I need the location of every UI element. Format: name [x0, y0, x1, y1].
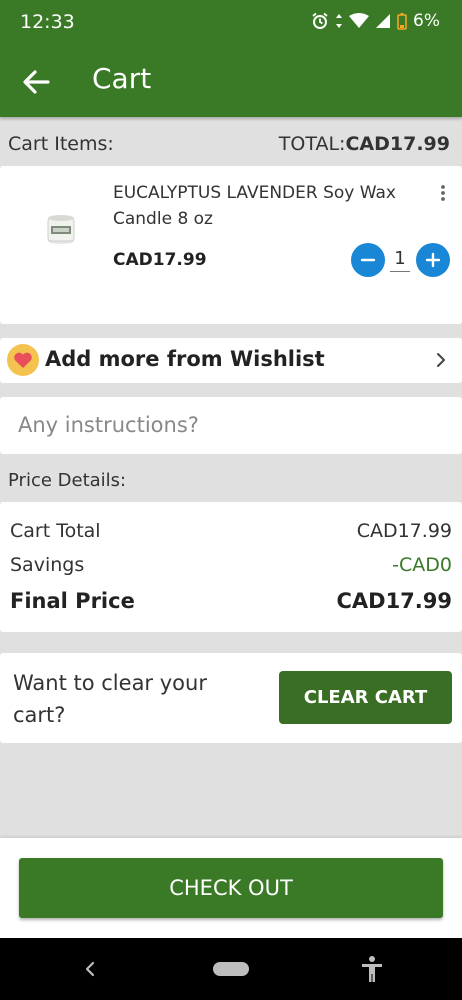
app-bar: Cart [0, 46, 462, 117]
savings-label: Savings [10, 554, 85, 576]
product-name[interactable]: EUCALYPTUS LAVENDER Soy Wax Candle 8 oz [113, 180, 423, 232]
status-icons: 6% [311, 11, 440, 31]
price-details-header: Price Details: [8, 470, 127, 491]
cart-items-header: Cart Items: TOTAL:CAD17.99 [0, 122, 462, 166]
price-details-card: Cart Total CAD17.99 Savings -CAD0 Final … [0, 502, 462, 632]
chevron-right-icon [437, 353, 445, 367]
alarm-icon [312, 12, 328, 29]
final-price-label: Final Price [10, 589, 135, 613]
clear-cart-button[interactable]: CLEAR CART [279, 671, 452, 724]
heart-icon [7, 344, 39, 376]
savings-value: -CAD0 [392, 554, 452, 576]
cart-item-card: EUCALYPTUS LAVENDER Soy Wax Candle 8 oz … [0, 166, 462, 324]
product-price: CAD17.99 [113, 250, 207, 270]
page-title: Cart [92, 62, 152, 95]
total-value: CAD17.99 [345, 133, 450, 155]
decrease-quantity-button[interactable] [351, 243, 385, 277]
clear-cart-card: Want to clear your cart? CLEAR CART [0, 653, 462, 743]
plus-icon [425, 252, 441, 268]
instructions-input[interactable] [18, 409, 438, 441]
total-prefix: TOTAL: [278, 133, 346, 155]
nav-back-icon[interactable] [80, 958, 100, 980]
add-from-wishlist-row[interactable]: Add more from Wishlist [0, 338, 462, 383]
back-arrow-icon[interactable] [20, 66, 52, 98]
system-navigation-bar [0, 938, 462, 1000]
cart-total-label: Cart Total [10, 520, 101, 542]
checkout-area: CHECK OUT [0, 838, 462, 938]
quantity-field[interactable]: 1 [390, 248, 410, 272]
increase-quantity-button[interactable] [416, 243, 450, 277]
signal-icon [376, 14, 391, 28]
clear-cart-prompt: Want to clear your cart? [13, 671, 207, 727]
status-bar: 12:33 6% [0, 0, 462, 46]
cart-total-summary: TOTAL:CAD17.99 [279, 133, 450, 155]
wishlist-label: Add more from Wishlist [45, 347, 325, 371]
final-price-value: CAD17.99 [336, 589, 452, 613]
accessibility-icon[interactable] [359, 955, 385, 983]
status-time: 12:33 [20, 11, 75, 33]
checkout-button[interactable]: CHECK OUT [19, 858, 443, 918]
battery-low-icon [397, 12, 407, 30]
product-image[interactable] [42, 210, 80, 246]
minus-icon [360, 258, 376, 262]
data-arrows-icon [336, 14, 343, 28]
cart-total-value: CAD17.99 [356, 520, 452, 542]
final-price-row: Final Price CAD17.99 [10, 589, 452, 613]
nav-home-pill[interactable] [213, 962, 249, 976]
cart-items-label: Cart Items: [8, 133, 114, 155]
more-options-icon[interactable] [436, 184, 450, 204]
wifi-icon [349, 13, 370, 28]
savings-row: Savings -CAD0 [10, 554, 452, 576]
cart-total-row: Cart Total CAD17.99 [10, 520, 452, 542]
battery-percentage: 6% [413, 11, 440, 31]
instructions-card [0, 397, 462, 454]
